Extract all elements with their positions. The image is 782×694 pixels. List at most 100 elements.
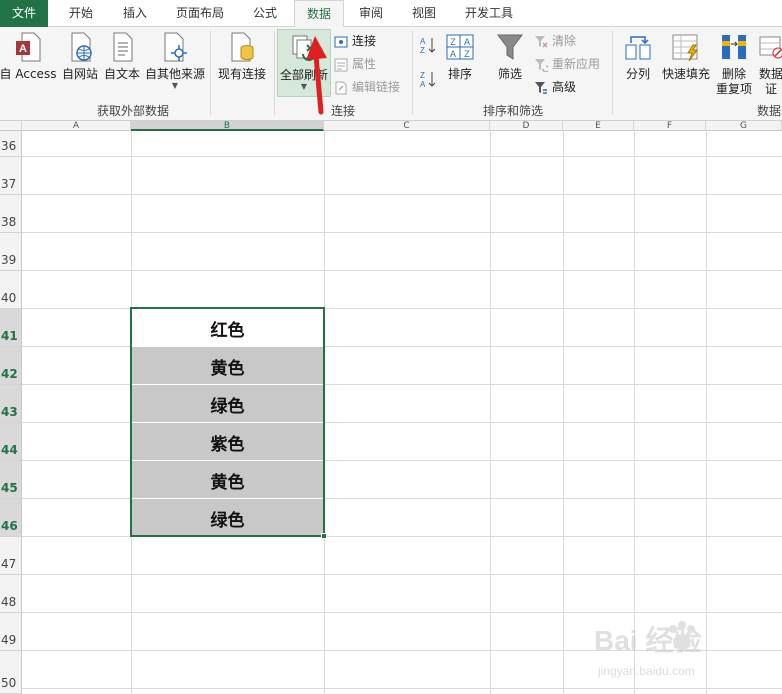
row-header-44[interactable]: 44 [0,423,22,461]
baidu-watermark: Bai 经验 jingyan.baidu.com [590,615,770,685]
filter-button[interactable]: 筛选 [492,31,528,82]
group-separator [412,31,413,115]
sort-descending-icon: Z A [420,71,436,89]
row-header-38[interactable]: 38 [0,195,22,233]
row-number: 38 [1,215,17,229]
row-header-45[interactable]: 45 [0,461,22,499]
cell-b41[interactable]: 红色 [131,309,324,347]
web-icon [71,32,92,62]
select-all-corner[interactable] [0,121,22,131]
watermark-brand: Bai 经验 [594,624,701,656]
remove-duplicates-button[interactable]: 删除 重复项 [714,31,754,97]
from-other-sources-button[interactable]: 自其他来源 ▼ [144,31,206,90]
row-number: 37 [1,177,17,191]
properties-button[interactable]: 属性 [334,54,376,74]
from-text-label: 自文本 [103,67,140,81]
tab-data[interactable]: 数据 [294,0,344,28]
remove-duplicates-icon [722,35,746,59]
cell-b45[interactable]: 黄色 [131,461,324,499]
group-label-external-data: 获取外部数据 [97,104,170,118]
svg-text:Z: Z [420,46,425,55]
flash-fill-icon [672,34,698,62]
properties-icon [334,58,348,71]
svg-text:A: A [19,43,27,55]
row-number: 45 [1,481,18,495]
row-number: 48 [1,595,17,609]
group-label-sort-filter: 排序和筛选 [483,104,544,118]
column-header-bar: A B C D E F G [0,121,782,131]
tab-view[interactable]: 视图 [400,0,448,27]
gridline [22,688,782,689]
row-number: 49 [1,633,17,647]
reapply-label: 重新应用 [552,57,601,71]
tab-file[interactable]: 文件 [0,0,48,27]
clear-filter-button[interactable]: 清除 [534,31,576,51]
tab-review[interactable]: 审阅 [348,0,394,27]
gridline [563,131,564,694]
refresh-all-button[interactable]: 全部刷新 ▼ [277,29,331,97]
cell-b46[interactable]: 绿色 [131,499,324,537]
column-header-f[interactable]: F [634,121,706,131]
refresh-all-label: 全部刷新 [279,68,328,82]
svg-text:Z: Z [464,49,470,59]
tab-page-layout[interactable]: 页面布局 [166,0,234,27]
row-header-46[interactable]: 46 [0,499,22,537]
column-header-a[interactable]: A [22,121,131,131]
from-text-button[interactable]: 自文本 [102,31,142,82]
cell-b44[interactable]: 紫色 [131,423,324,461]
gridline [22,232,782,233]
refresh-all-icon [292,35,316,61]
row-number: 40 [1,291,17,305]
row-header-37[interactable]: 37 [0,157,22,195]
row-header-41[interactable]: 41 [0,309,22,347]
remove-duplicates-label-1: 删除 [721,67,746,81]
row-header-40[interactable]: 40 [0,271,22,309]
access-icon: A [16,32,41,62]
existing-connections-button[interactable]: 现有连接 [214,31,270,82]
advanced-filter-button[interactable]: 高级 [534,77,576,97]
sort-button[interactable]: Z A A Z 排序 [442,31,478,82]
row-number: 43 [1,405,18,419]
column-header-d[interactable]: D [490,121,563,131]
cell-b42[interactable]: 黄色 [131,347,324,385]
tab-developer[interactable]: 开发工具 [456,0,522,27]
flash-fill-button[interactable]: 快速填充 [660,31,712,82]
reapply-button[interactable]: 重新应用 [534,54,600,74]
tab-insert[interactable]: 插入 [110,0,160,27]
row-header-49[interactable]: 49 [0,613,22,651]
row-header-42[interactable]: 42 [0,347,22,385]
data-validation-label-1: 数据 [758,67,782,81]
text-to-columns-button[interactable]: 分列 [620,31,656,82]
sort-ascending-icon: A Z [420,37,436,55]
sort-descending-button[interactable]: Z A [416,69,440,92]
reapply-icon [535,58,548,72]
tab-formulas[interactable]: 公式 [240,0,290,27]
row-header-43[interactable]: 43 [0,385,22,423]
cell-b43[interactable]: 绿色 [131,385,324,423]
row-header-48[interactable]: 48 [0,575,22,613]
data-validation-button[interactable]: 数据 证 [756,31,782,97]
row-header-47[interactable]: 47 [0,537,22,575]
remove-duplicates-label-2: 重复项 [715,82,752,96]
connections-button[interactable]: 连接 [334,31,376,51]
tab-home[interactable]: 开始 [56,0,106,27]
column-header-g[interactable]: G [706,121,782,131]
edit-links-button[interactable]: 编辑链接 [334,77,400,97]
from-web-button[interactable]: 自网站 [60,31,100,82]
other-sources-icon [164,32,187,62]
data-validation-label-2: 证 [764,82,777,96]
from-access-label: 自 Access [0,67,57,81]
row-header-36[interactable]: 36 [0,131,22,157]
row-header-39[interactable]: 39 [0,233,22,271]
svg-text:A: A [420,80,426,89]
fill-handle[interactable] [321,533,327,539]
column-header-c[interactable]: C [324,121,490,131]
row-header-50[interactable]: 50 [0,651,22,694]
sort-ascending-button[interactable]: A Z [416,35,440,58]
from-access-button[interactable]: A 自 Access [0,31,58,82]
svg-text:Z: Z [450,37,456,47]
group-separator [210,31,211,115]
column-header-e[interactable]: E [563,121,634,131]
column-header-b[interactable]: B [131,121,324,131]
svg-text:A: A [420,37,426,46]
